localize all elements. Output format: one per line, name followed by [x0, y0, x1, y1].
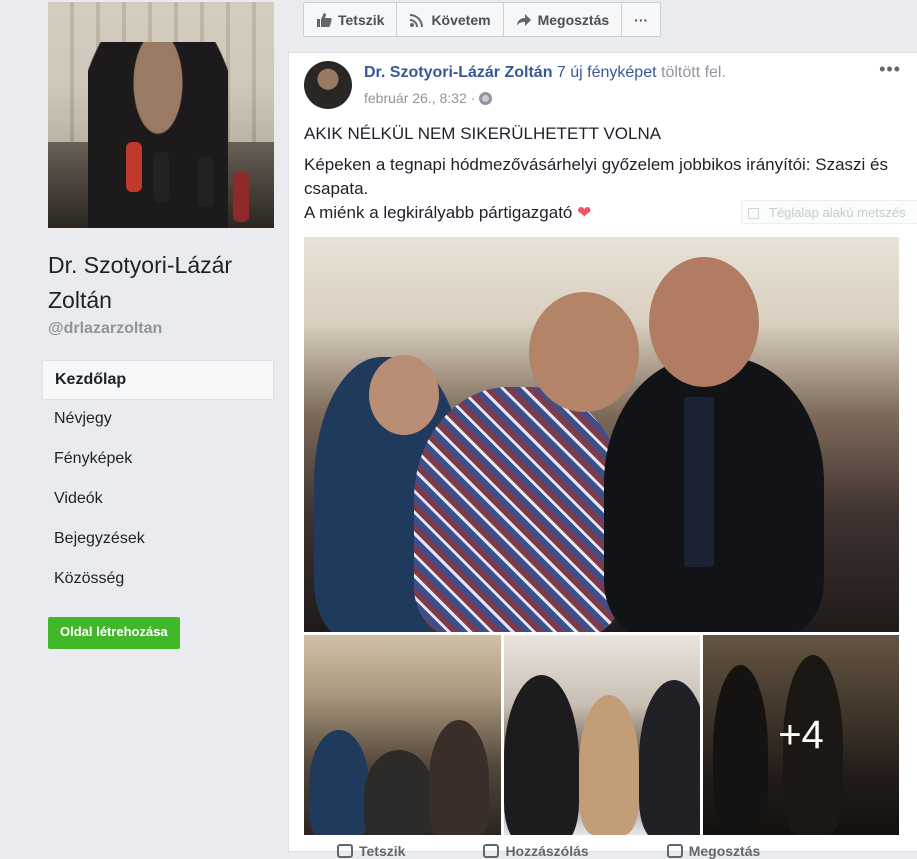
- follow-button[interactable]: Követem: [397, 3, 504, 36]
- create-page-button[interactable]: Oldal létrehozása: [48, 617, 180, 649]
- author-name-link[interactable]: Dr. Szotyori-Lázár Zoltán: [364, 64, 552, 81]
- profile-photo[interactable]: [48, 2, 274, 228]
- main-photo[interactable]: [304, 237, 899, 632]
- microphone-icon: [126, 142, 142, 192]
- share-label: Megosztás: [537, 11, 610, 28]
- page-action-bar: Tetszik Követem Megosztás ···: [303, 2, 662, 37]
- thumbs-up-icon: [317, 12, 332, 27]
- nav-item-fenykepek[interactable]: Fényképek: [42, 440, 274, 480]
- photo-face: [529, 292, 639, 412]
- page-nav: Kezdőlap Névjegy Fényképek Videók Bejegy…: [42, 360, 274, 600]
- globe-icon[interactable]: [479, 91, 493, 105]
- photo-thumbnail[interactable]: [304, 635, 501, 835]
- post-card: Dr. Szotyori-Lázár Zoltán 7 új fényképet…: [288, 52, 917, 859]
- like-label: Tetszik: [338, 11, 385, 28]
- microphone-icon: [198, 157, 214, 207]
- more-icon: ···: [634, 11, 649, 28]
- post-body-line2-text: A miénk a legkirályabb pártigazgató: [304, 203, 573, 222]
- microphone-icon: [153, 152, 169, 202]
- photo-figure: [579, 695, 639, 835]
- photo-face: [649, 257, 759, 387]
- photo-face: [369, 355, 439, 435]
- photo-figure: [639, 680, 700, 835]
- post-share-label: Megosztás: [688, 843, 761, 859]
- share-page-button[interactable]: Megosztás: [504, 3, 623, 36]
- share-arrow-icon: [666, 844, 683, 858]
- photo-thumbnail-more[interactable]: +4: [703, 635, 899, 835]
- post-action-row: Tetszik Hozzászólás Megosztás: [337, 843, 760, 859]
- page-title[interactable]: Dr. Szotyori-Lázár Zoltán: [48, 248, 278, 318]
- comment-icon: [483, 844, 500, 858]
- thumbs-up-icon: [337, 844, 353, 858]
- more-photos-overlay[interactable]: +4: [703, 635, 899, 835]
- nav-item-videok[interactable]: Videók: [42, 480, 274, 520]
- more-options-button[interactable]: ···: [622, 3, 660, 36]
- post-comment-button[interactable]: Hozzászólás: [483, 843, 589, 859]
- post-like-button[interactable]: Tetszik: [337, 843, 405, 859]
- nav-item-bejegyzesek[interactable]: Bejegyzések: [42, 520, 274, 560]
- photo-figure: [604, 357, 824, 632]
- left-column: Dr. Szotyori-Lázár Zoltán @drlazarzoltan…: [0, 0, 288, 852]
- microphone-icon: [233, 172, 249, 222]
- post-options-icon[interactable]: •••: [879, 59, 901, 80]
- post-comment-label: Hozzászólás: [505, 843, 589, 859]
- nav-item-kozosseg[interactable]: Közösség: [42, 560, 274, 600]
- photos-link[interactable]: 7 új fényképet: [557, 64, 657, 81]
- nav-item-kezdolap[interactable]: Kezdőlap: [42, 360, 274, 400]
- post-header: Dr. Szotyori-Lázár Zoltán 7 új fényképet…: [364, 64, 726, 82]
- post-body-line1: Képeken a tegnapi hódmezővásárhelyi győz…: [304, 155, 888, 198]
- meta-separator: ·: [470, 90, 476, 106]
- photo-figure: [309, 730, 369, 835]
- square-icon: [748, 208, 759, 220]
- page-handle[interactable]: @drlazarzoltan: [48, 320, 162, 338]
- post-like-label: Tetszik: [359, 843, 406, 859]
- post-headline: AKIK NÉLKÜL NEM SIKERÜLHETETT VOLNA: [304, 124, 662, 143]
- post-timestamp[interactable]: február 26., 8:32: [364, 90, 467, 106]
- crop-tool-tooltip: Téglalap alakú metszés: [741, 200, 917, 224]
- author-avatar[interactable]: [304, 61, 352, 109]
- action-suffix: töltött fel.: [661, 64, 726, 81]
- like-page-button[interactable]: Tetszik: [304, 3, 398, 36]
- post-meta: február 26., 8:32 ·: [364, 90, 493, 106]
- tooltip-text: Téglalap alakú metszés: [769, 205, 906, 220]
- photo-tie: [684, 397, 714, 567]
- heart-icon: ❤: [577, 203, 592, 222]
- follow-label: Követem: [431, 11, 491, 28]
- nav-item-nevjegy[interactable]: Névjegy: [42, 400, 274, 440]
- rss-icon: [410, 13, 424, 27]
- photo-figure: [414, 387, 624, 632]
- post-share-button[interactable]: Megosztás: [666, 843, 761, 859]
- photo-figure: [364, 750, 434, 835]
- photo-figure: [504, 675, 579, 835]
- photo-thumbnail[interactable]: [504, 635, 700, 835]
- share-arrow-icon: [516, 13, 531, 26]
- photo-figure: [429, 720, 489, 835]
